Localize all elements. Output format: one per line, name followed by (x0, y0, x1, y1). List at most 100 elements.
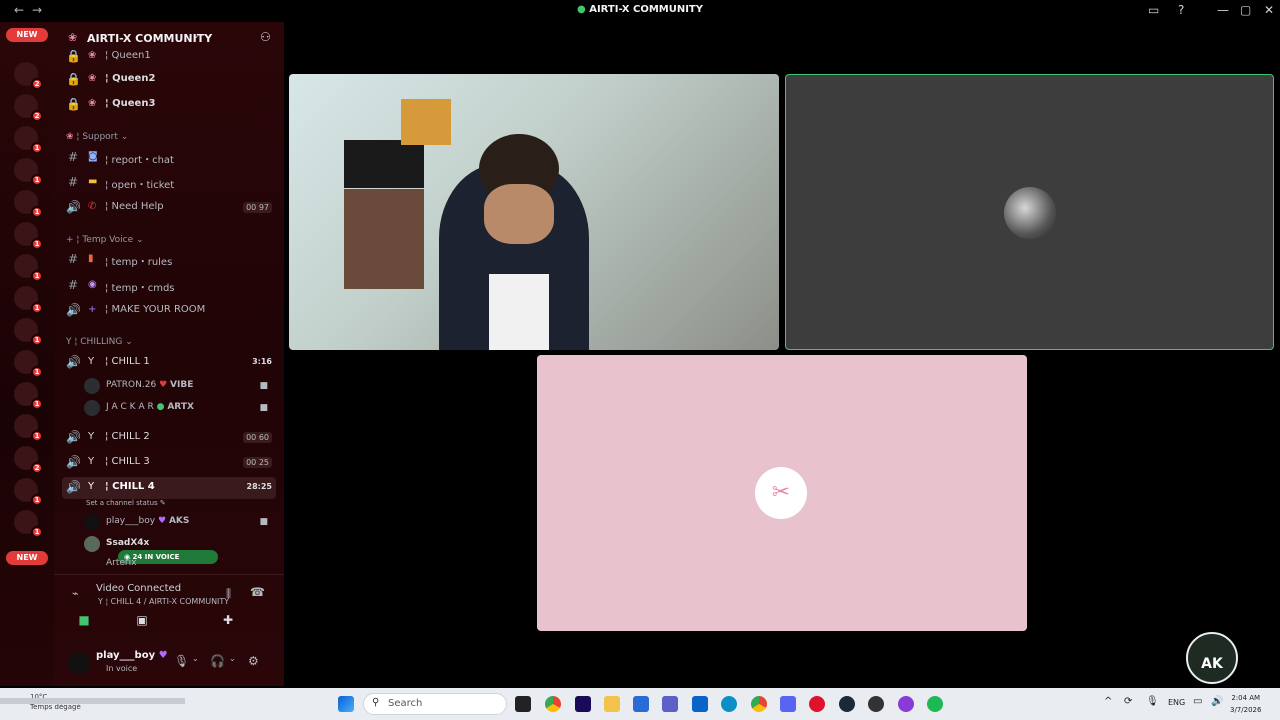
camera-icon: ■ (259, 381, 268, 391)
volume-icon[interactable]: 🔊 (1211, 696, 1223, 707)
plus-icon: + (88, 304, 97, 315)
chrome-icon[interactable] (545, 696, 561, 712)
opera-icon[interactable] (809, 696, 825, 712)
microphone-icon[interactable]: 🎙 (174, 654, 189, 668)
bot-icon: ◉ (88, 279, 97, 290)
outlook-icon[interactable] (692, 696, 708, 712)
server-icon[interactable]: 1 (14, 126, 43, 154)
chevron-up-icon[interactable]: ^ (1104, 696, 1112, 707)
chevron-down-icon[interactable]: ⌄ (192, 654, 199, 663)
channel-queen3[interactable]: 🔒 ❀ ¦ Queen3 (62, 94, 276, 116)
channel-temp-cmds[interactable]: # ◉ ¦ temp・cmds (62, 275, 276, 297)
voice-user[interactable]: play___boy ♥ AKS ■ (84, 512, 274, 532)
signal-icon[interactable]: ⌁ (72, 587, 79, 600)
channel-queen1[interactable]: 🔒 ❀ ¦ Queen1 (62, 46, 276, 68)
server-icon[interactable]: 1 (14, 318, 43, 346)
voice-icon: 🔊 (66, 200, 81, 214)
server-icon[interactable]: 1 (14, 254, 43, 282)
voice-user[interactable]: Arterix (84, 556, 274, 568)
channel-need-help[interactable]: 🔊 ✆ ¦ Need Help 00 97 (62, 197, 276, 219)
avatar (84, 400, 100, 416)
painting-image (401, 99, 451, 145)
server-icon[interactable]: 2 (14, 446, 43, 474)
category-temp-voice[interactable]: + ¦ Temp Voice ⌄ (66, 235, 144, 245)
new-badge[interactable]: NEW (6, 551, 48, 565)
voice-status: Video Connected (96, 583, 182, 594)
teams-icon[interactable] (662, 696, 678, 712)
cup-icon: Y (88, 356, 95, 367)
channel-chill1[interactable]: 🔊 Y ¦ CHILL 1 3:16 (62, 352, 276, 374)
server-logo-icon: ❀ (68, 31, 78, 44)
folder-icon[interactable] (604, 696, 620, 712)
server-icon[interactable]: 1 (14, 414, 43, 442)
server-icon[interactable]: 2 (14, 62, 43, 90)
channel-temp-rules[interactable]: # ▮ ¦ temp・rules (62, 249, 276, 271)
network-icon[interactable]: ▭ (1193, 696, 1202, 707)
chrome-icon[interactable] (751, 696, 767, 712)
soundboard-icon[interactable]: ⫼ (226, 587, 231, 601)
disconnect-icon[interactable]: ☎ (250, 585, 265, 599)
invite-icon[interactable]: ⚇ (260, 30, 271, 44)
language-indicator[interactable]: ENG (1168, 698, 1185, 707)
category-chilling[interactable]: Y ¦ CHILLING ⌄ (66, 337, 133, 347)
video-tile-avatar[interactable]: ✂ (537, 355, 1027, 631)
channel-open-ticket[interactable]: # ▬ ¦ open・ticket (62, 172, 276, 194)
store-icon[interactable] (633, 696, 649, 712)
camera-button[interactable]: ■ (54, 613, 114, 633)
username: play___boy ♥ (96, 650, 168, 661)
server-icon[interactable]: 1 (14, 190, 43, 218)
headphones-icon[interactable]: 🎧 (210, 654, 225, 668)
search-input[interactable]: ⚲ Search (363, 693, 507, 715)
premiere-icon[interactable] (575, 696, 591, 712)
server-icon[interactable]: 1 (14, 222, 43, 250)
server-icon[interactable]: 1 (14, 510, 43, 538)
activities-button[interactable]: ✚ (198, 613, 258, 633)
voice-channel[interactable]: Y ¦ CHILL 4 / AIRTI-X COMMUNITY (98, 597, 229, 606)
channel-chill2[interactable]: 🔊 Y ¦ CHILL 2 00 60 (62, 427, 276, 449)
screenshare-button[interactable]: ▣ (112, 613, 172, 633)
inbox-icon[interactable]: ▭ (1148, 3, 1159, 17)
help-icon[interactable]: ? (1178, 3, 1184, 17)
cup-icon: Y (88, 456, 95, 467)
category-support[interactable]: ❀ ¦ Support ⌄ (66, 132, 128, 142)
voice-user[interactable]: PATRON.26 ♥ VIBE ■ (84, 376, 274, 396)
hash-icon: # (67, 252, 79, 266)
microphone-icon[interactable]: 🎙 (1146, 696, 1159, 707)
edge-icon[interactable] (721, 696, 737, 712)
avatar[interactable] (68, 652, 90, 674)
channel-make-room[interactable]: 🔊 + ¦ MAKE YOUR ROOM (62, 300, 276, 322)
channel-chill4[interactable]: 🔊 Y ¦ CHILL 4 28:25 (62, 477, 276, 499)
channel-report-chat[interactable]: # ◙ ¦ report・chat (62, 147, 276, 169)
server-icon[interactable]: 1 (14, 158, 43, 186)
new-badge[interactable]: NEW (6, 28, 48, 42)
close-icon[interactable]: ✕ (1264, 3, 1274, 17)
lock-icon: 🔒 (66, 49, 81, 63)
voice-user[interactable]: J A C K A R ● ARTX ■ (84, 398, 274, 418)
gear-icon[interactable]: ⚙ (248, 654, 259, 668)
video-tile-avatar-speaking[interactable] (785, 74, 1274, 350)
minimize-icon[interactable]: — (1217, 3, 1229, 17)
channel-queen2[interactable]: 🔒 ❀ ¦ Queen2 (62, 69, 276, 91)
server-icon[interactable]: 1 (14, 350, 43, 378)
maximize-icon[interactable]: ▢ (1240, 3, 1251, 17)
channel-chill3[interactable]: 🔊 Y ¦ CHILL 3 00 25 (62, 452, 276, 474)
title-bar: ← → ● AIRTI-X COMMUNITY ▭ ? — ▢ ✕ (0, 0, 1280, 22)
server-icon[interactable]: 1 (14, 286, 43, 314)
lock-icon: 🔒 (66, 97, 81, 111)
video-tile-camera[interactable] (289, 74, 779, 350)
start-icon[interactable] (338, 696, 354, 712)
cup-icon: Y (88, 481, 95, 492)
server-icon[interactable]: 1 (14, 382, 43, 410)
spotify-icon[interactable] (927, 696, 943, 712)
app-icon[interactable] (868, 696, 884, 712)
task-view-icon[interactable] (515, 696, 531, 712)
clock[interactable]: 2:04 AM 3/7/2026 (1230, 692, 1261, 716)
steam-icon[interactable] (839, 696, 855, 712)
discord-icon[interactable] (780, 696, 796, 712)
server-icon[interactable]: 1 (14, 478, 43, 506)
app-icon[interactable] (898, 696, 914, 712)
sync-icon[interactable]: ⟳ (1124, 696, 1132, 707)
server-icon[interactable]: 2 (14, 94, 43, 122)
channel-status[interactable]: Set a channel status ✎ (86, 499, 166, 507)
chevron-down-icon[interactable]: ⌄ (229, 654, 236, 663)
